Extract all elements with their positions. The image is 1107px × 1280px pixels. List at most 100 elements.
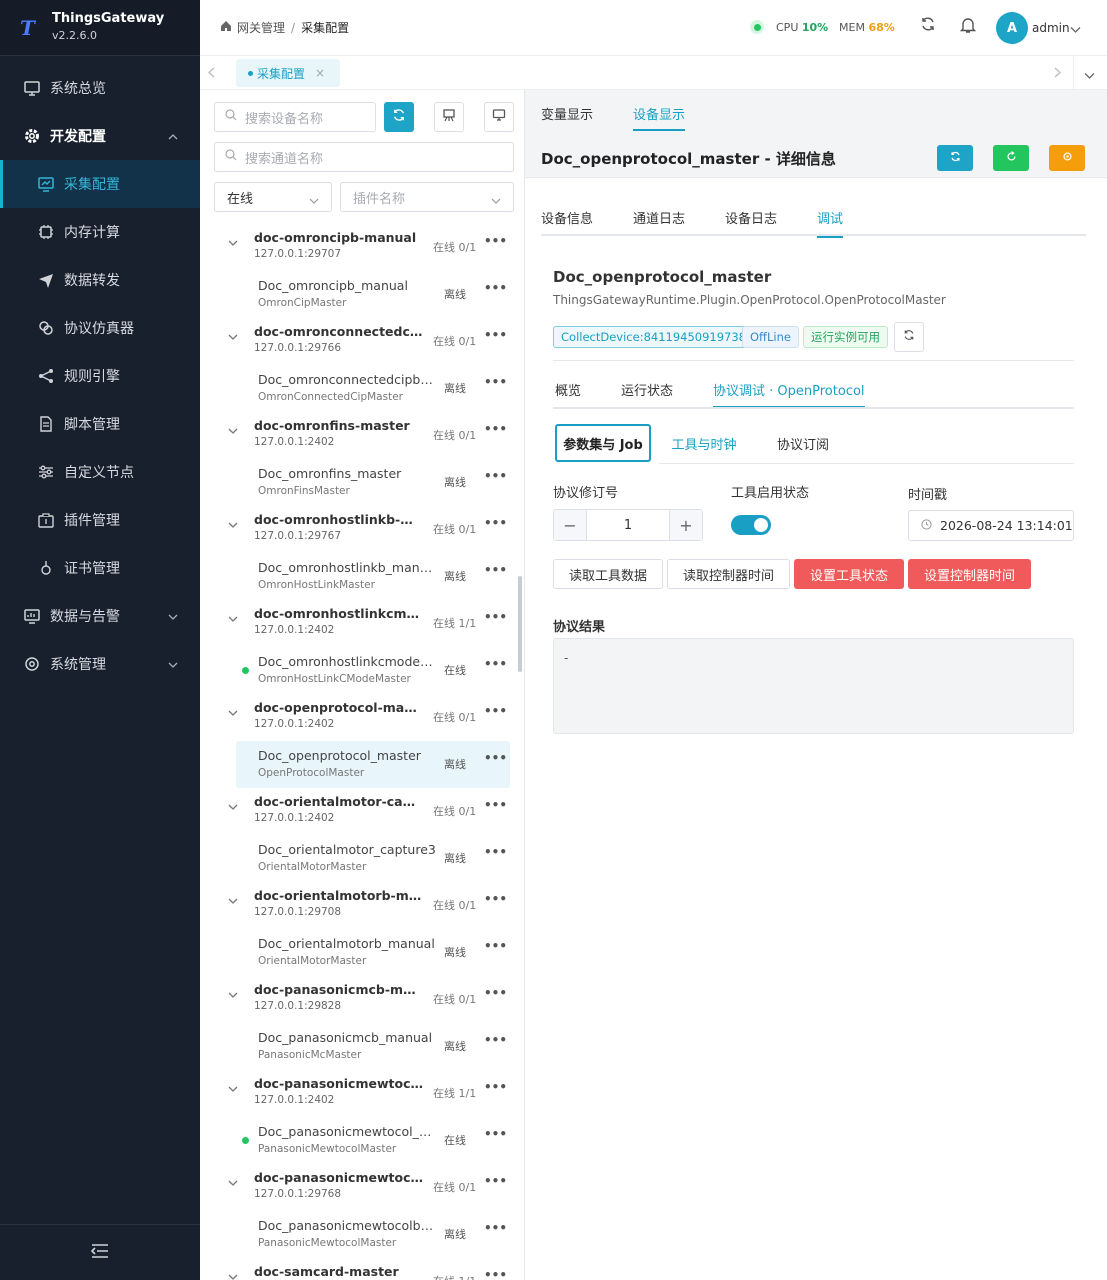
- sidebar-item-simulator[interactable]: 协议仿真器: [0, 304, 200, 352]
- tab-variable-view[interactable]: 变量显示: [541, 104, 593, 123]
- more-icon[interactable]: •••: [484, 375, 507, 389]
- sidebar-item-rule-engine[interactable]: 规则引擎: [0, 352, 200, 400]
- tool-enabled-toggle[interactable]: [731, 515, 771, 535]
- tab-param-job[interactable]: 参数集与 Job: [555, 424, 651, 462]
- device-item[interactable]: Doc_panasonicmewtocol_capture PanasonicMe…: [200, 1117, 524, 1164]
- channel-group[interactable]: doc-orientalmotorb-manual 127.0.0.1:29708…: [200, 882, 524, 929]
- tabs-scroll-right-icon[interactable]: [1054, 67, 1061, 82]
- channel-group[interactable]: doc-panasonicmcb-manual 127.0.0.1:29828 在线…: [200, 976, 524, 1023]
- more-icon[interactable]: •••: [484, 469, 507, 483]
- more-icon[interactable]: •••: [484, 281, 507, 295]
- refresh-tree-button[interactable]: [384, 102, 414, 132]
- device-item[interactable]: Doc_panasonicmcb_manual PanasonicMcMaster…: [200, 1023, 524, 1070]
- more-icon[interactable]: •••: [484, 1080, 507, 1094]
- chevron-down-icon[interactable]: [228, 1082, 238, 1097]
- sidebar-item-custom-node[interactable]: 自定义节点: [0, 448, 200, 496]
- tab-debug[interactable]: 调试: [817, 208, 844, 238]
- channel-group[interactable]: doc-orientalmotor-capture3 127.0.0.1:2402…: [200, 788, 524, 835]
- sidebar-item-data-forward[interactable]: 数据转发: [0, 256, 200, 304]
- channel-group[interactable]: doc-omronhostlinkcmode-master 127.0.0.1:2…: [200, 600, 524, 647]
- sidebar-item-collect-config[interactable]: 采集配置: [0, 160, 200, 208]
- refresh-button[interactable]: [937, 145, 973, 171]
- device-item[interactable]: Doc_orientalmotor_capture3 OrientalMotorM…: [200, 835, 524, 882]
- channel-group[interactable]: doc-panasonicmewtocolb-manual 127.0.0.1:2…: [200, 1164, 524, 1211]
- channel-group[interactable]: doc-omronfins-master 127.0.0.1:2402 在线 0/1…: [200, 412, 524, 459]
- revision-stepper[interactable]: − 1 +: [553, 509, 703, 541]
- search-channel-input[interactable]: 搜索通道名称: [214, 142, 514, 172]
- device-item[interactable]: Doc_omronconnectedcipb_manual OmronConnec…: [200, 365, 524, 412]
- device-item[interactable]: Doc_omronhostlinkcmode_master OmronHostLi…: [200, 647, 524, 694]
- username[interactable]: admin: [1032, 21, 1070, 35]
- sidebar-item-dev-config[interactable]: 开发配置: [0, 112, 200, 160]
- sidebar-item-memory-compute[interactable]: 内存计算: [0, 208, 200, 256]
- more-icon[interactable]: •••: [484, 1127, 507, 1141]
- more-icon[interactable]: •••: [484, 751, 507, 765]
- close-icon[interactable]: ×: [315, 66, 325, 80]
- chevron-down-icon[interactable]: [228, 800, 238, 815]
- chevron-down-icon[interactable]: [228, 894, 238, 909]
- channel-group[interactable]: doc-openprotocol-master 127.0.0.1:2402 在线 …: [200, 694, 524, 741]
- chevron-down-icon[interactable]: [228, 330, 238, 345]
- tab-channel-log[interactable]: 通道日志: [633, 208, 685, 227]
- sidebar-item-system[interactable]: 系统管理: [0, 640, 200, 688]
- device-item[interactable]: Doc_omronhostlinkb_manual OmronHostLinkMa…: [200, 553, 524, 600]
- sidebar-item-overview[interactable]: 系统总览: [0, 64, 200, 112]
- restart-button[interactable]: [993, 145, 1029, 171]
- tab-protocol-subscribe[interactable]: 协议订阅: [763, 424, 843, 462]
- more-icon[interactable]: •••: [484, 845, 507, 859]
- chevron-down-icon[interactable]: [228, 706, 238, 721]
- channel-group[interactable]: doc-omroncipb-manual 127.0.0.1:29707 在线 0/…: [200, 224, 524, 271]
- sidebar-item-data-alarm[interactable]: 数据与告警: [0, 592, 200, 640]
- sidebar-item-plugin[interactable]: 插件管理: [0, 496, 200, 544]
- scrollbar[interactable]: [518, 576, 522, 672]
- chevron-down-icon[interactable]: [1084, 69, 1095, 84]
- more-icon[interactable]: •••: [484, 892, 507, 906]
- chevron-down-icon[interactable]: [228, 518, 238, 533]
- device-item[interactable]: Doc_omronfins_master OmronFinsMaster 离线 •••: [200, 459, 524, 506]
- more-icon[interactable]: •••: [484, 798, 507, 812]
- tab-protocol-debug[interactable]: 协议调试 · OpenProtocol: [713, 380, 865, 408]
- more-icon[interactable]: •••: [484, 1268, 507, 1280]
- app-logo[interactable]: T ThingsGateway v2.2.6.0: [0, 0, 200, 56]
- tab-collect-config[interactable]: 采集配置 ×: [236, 59, 340, 87]
- more-icon[interactable]: •••: [484, 516, 507, 530]
- plugin-select[interactable]: 插件名称: [340, 182, 514, 212]
- chevron-down-icon[interactable]: [228, 424, 238, 439]
- chevron-down-icon[interactable]: [228, 236, 238, 251]
- chevron-down-icon[interactable]: [228, 612, 238, 627]
- collapse-sidebar-button[interactable]: [0, 1224, 200, 1280]
- refresh-status-button[interactable]: [894, 322, 924, 352]
- tabs-scroll-left-icon[interactable]: [208, 67, 215, 82]
- refresh-icon[interactable]: [920, 16, 936, 36]
- tab-runtime-status[interactable]: 运行状态: [621, 380, 673, 399]
- more-icon[interactable]: •••: [484, 422, 507, 436]
- channel-group[interactable]: doc-omronconnectedcipb-manual 127.0.0.1:2…: [200, 318, 524, 365]
- timestamp-input[interactable]: 2026-08-24 13:14:01: [908, 510, 1074, 541]
- more-icon[interactable]: •••: [484, 704, 507, 718]
- tab-tool-clock[interactable]: 工具与时钟: [659, 424, 749, 462]
- device-item[interactable]: Doc_openprotocol_master OpenProtocolMaste…: [236, 741, 510, 788]
- status-select[interactable]: 在线: [214, 182, 332, 212]
- bell-icon[interactable]: [959, 16, 977, 38]
- channel-group[interactable]: doc-omronhostlinkb-manual 127.0.0.1:29767…: [200, 506, 524, 553]
- read-tool-data-button[interactable]: 读取工具数据: [553, 559, 663, 589]
- more-icon[interactable]: •••: [484, 234, 507, 248]
- more-icon[interactable]: •••: [484, 657, 507, 671]
- set-controller-time-button[interactable]: 设置控制器时间: [908, 559, 1031, 589]
- more-icon[interactable]: •••: [484, 939, 507, 953]
- more-icon[interactable]: •••: [484, 1033, 507, 1047]
- tab-device-log[interactable]: 设备日志: [725, 208, 777, 227]
- more-icon[interactable]: •••: [484, 1174, 507, 1188]
- read-controller-time-button[interactable]: 读取控制器时间: [667, 559, 790, 589]
- more-icon[interactable]: •••: [484, 563, 507, 577]
- revision-value[interactable]: 1: [586, 510, 670, 540]
- channel-group[interactable]: doc-samcard-master 在线 1/1 •••: [200, 1258, 524, 1280]
- export-button[interactable]: [434, 102, 464, 132]
- sidebar-item-script[interactable]: 脚本管理: [0, 400, 200, 448]
- channel-group[interactable]: doc-panasonicmewtocol-capture 127.0.0.1:2…: [200, 1070, 524, 1117]
- more-icon[interactable]: •••: [484, 328, 507, 342]
- increment-button[interactable]: +: [670, 510, 702, 540]
- more-icon[interactable]: •••: [484, 986, 507, 1000]
- tab-overview[interactable]: 概览: [555, 380, 581, 399]
- more-icon[interactable]: •••: [484, 610, 507, 624]
